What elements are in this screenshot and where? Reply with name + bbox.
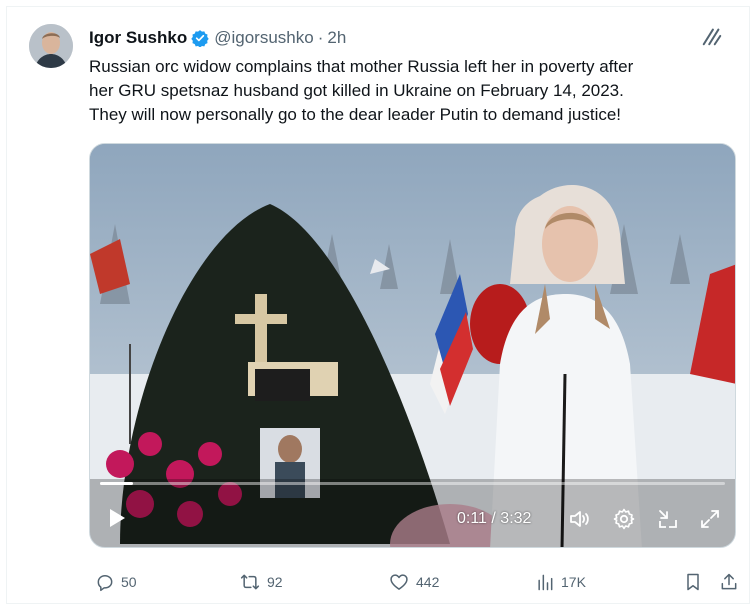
repost-icon (240, 574, 260, 590)
reply-button[interactable]: 50 (95, 568, 137, 596)
volume-icon[interactable] (568, 507, 592, 531)
tweet-card[interactable]: Igor Sushko @igorsushko · 2h Russian orc… (6, 6, 750, 604)
avatar-image (29, 24, 73, 68)
gear-icon[interactable] (612, 507, 636, 531)
video-progress-bar[interactable] (100, 482, 725, 485)
like-count: 442 (416, 574, 440, 590)
views-icon (538, 574, 553, 591)
tweet-text: Russian orc widow complains that mother … (89, 55, 729, 127)
video-player[interactable]: 0:11 / 3:32 (89, 143, 736, 548)
reply-count: 50 (121, 574, 137, 590)
repost-count: 92 (267, 574, 283, 590)
tweet-timestamp[interactable]: 2h (327, 28, 346, 48)
view-count: 17K (561, 574, 586, 590)
tweet-text-line: her GRU spetsnaz husband got killed in U… (89, 81, 624, 100)
video-controls: 0:11 / 3:32 (90, 477, 735, 547)
play-icon[interactable] (106, 505, 128, 531)
views-button[interactable]: 17K (535, 568, 586, 596)
video-timecode: 0:11 / 3:32 (457, 510, 532, 527)
grok-icon[interactable] (701, 25, 723, 47)
minimize-icon[interactable] (656, 507, 680, 531)
repost-button[interactable]: 92 (239, 568, 283, 596)
share-icon (721, 573, 737, 590)
tweet-header: Igor Sushko @igorsushko · 2h (89, 27, 346, 49)
tweet-actions: 50 92 442 17K (89, 568, 741, 596)
fullscreen-icon[interactable] (698, 507, 722, 531)
avatar[interactable] (29, 24, 73, 68)
like-button[interactable]: 442 (388, 568, 439, 596)
bookmark-icon (687, 573, 699, 591)
video-progress-fill (100, 482, 133, 485)
separator-dot: · (317, 28, 324, 47)
verified-badge-icon (191, 29, 209, 48)
reply-icon (97, 575, 113, 592)
author-handle[interactable]: @igorsushko (214, 28, 313, 48)
tweet-text-line: Russian orc widow complains that mother … (89, 57, 634, 76)
heart-icon (390, 574, 408, 590)
bookmark-button[interactable] (683, 568, 709, 596)
author-name[interactable]: Igor Sushko (89, 28, 187, 48)
tweet-text-line: They will now personally go to the dear … (89, 105, 622, 124)
share-button[interactable] (719, 568, 745, 596)
